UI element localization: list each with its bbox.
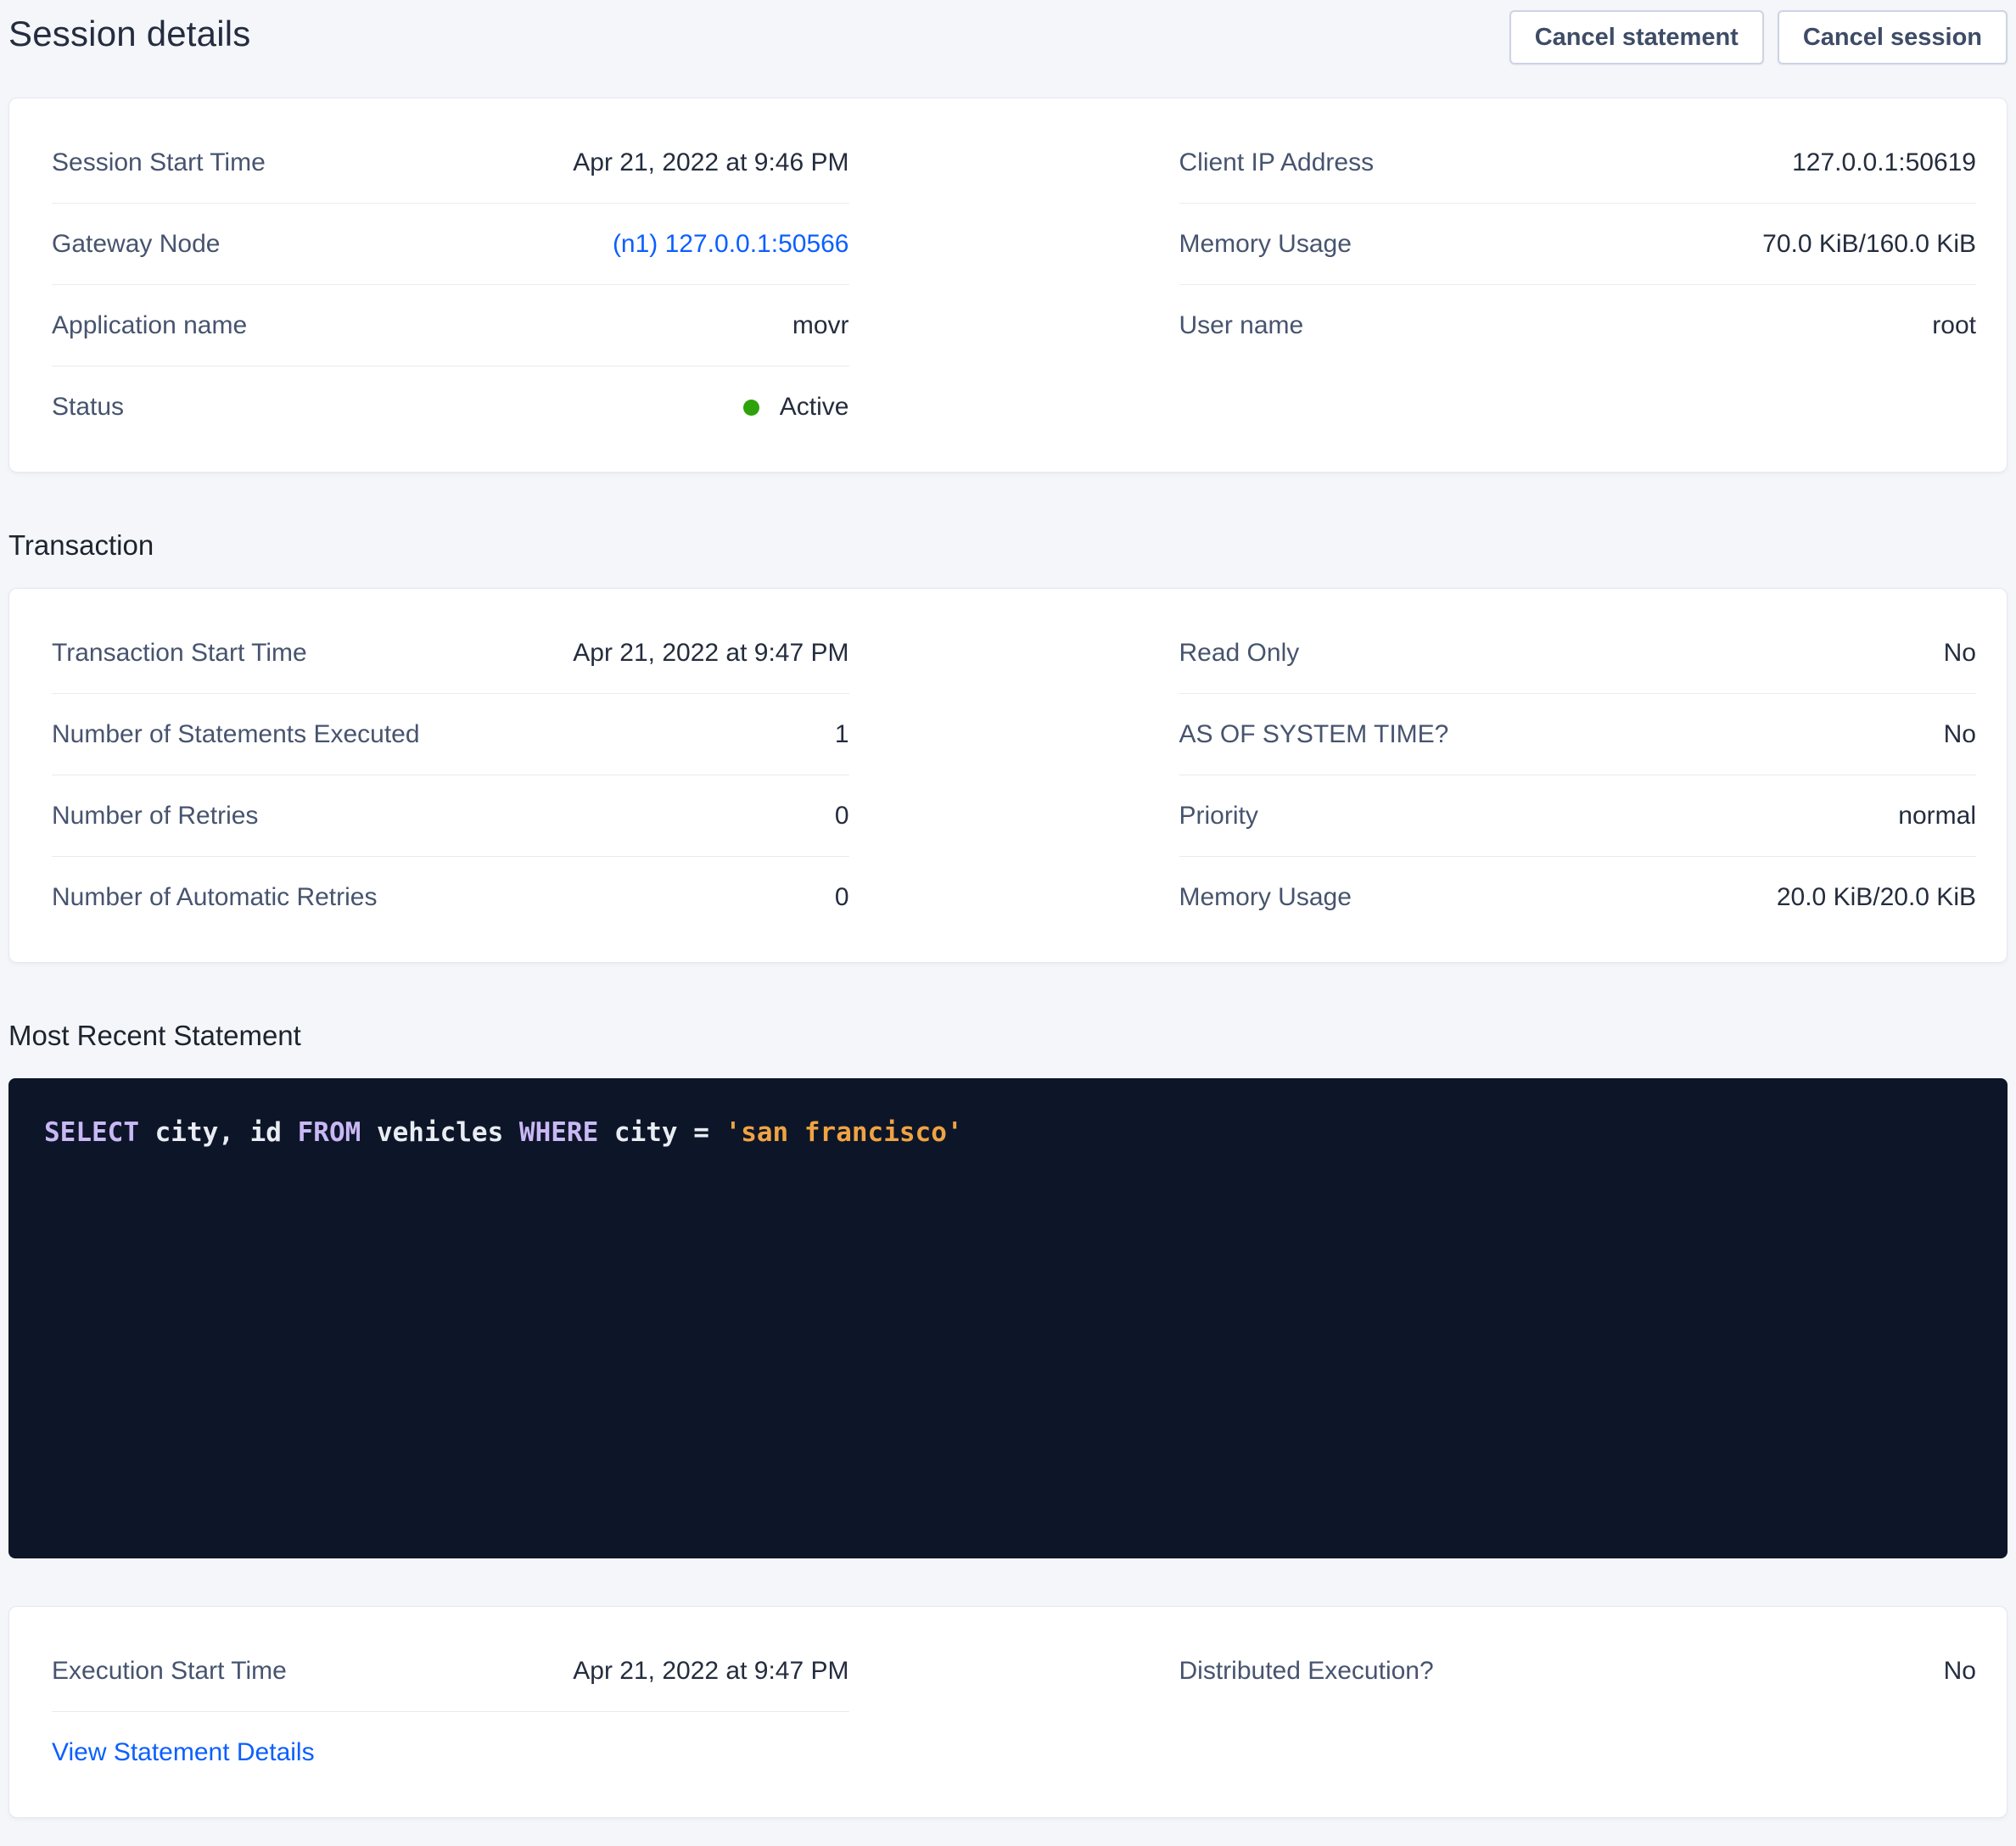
row-label: Number of Retries bbox=[52, 802, 258, 831]
sql-token-plain: city, id bbox=[139, 1117, 298, 1148]
automatic-retries-row: Number of Automatic Retries 0 bbox=[52, 857, 849, 938]
sql-token-string: 'san francisco' bbox=[725, 1117, 963, 1148]
row-value: movr bbox=[792, 311, 849, 340]
row-value: 1 bbox=[835, 720, 849, 749]
gateway-node-link[interactable]: (n1) 127.0.0.1:50566 bbox=[613, 230, 849, 259]
transaction-memory-usage-row: Memory Usage 20.0 KiB/20.0 KiB bbox=[1179, 857, 1977, 938]
session-details-card: Session Start Time Apr 21, 2022 at 9:46 … bbox=[8, 98, 2008, 473]
row-label: Execution Start Time bbox=[52, 1657, 287, 1686]
transaction-section-title: Transaction bbox=[8, 529, 2008, 562]
row-value: 0 bbox=[835, 883, 849, 912]
row-label: Distributed Execution? bbox=[1179, 1657, 1434, 1686]
status-value: Active bbox=[780, 393, 849, 422]
cancel-session-button[interactable]: Cancel session bbox=[1778, 10, 2008, 64]
row-value: No bbox=[1944, 639, 1976, 668]
row-label: Application name bbox=[52, 311, 247, 340]
memory-usage-row: Memory Usage 70.0 KiB/160.0 KiB bbox=[1179, 204, 1977, 285]
transaction-card-left-column: Transaction Start Time Apr 21, 2022 at 9… bbox=[52, 613, 849, 938]
status-badge: Active bbox=[743, 393, 849, 422]
row-value: Apr 21, 2022 at 9:46 PM bbox=[573, 148, 848, 177]
row-label: Transaction Start Time bbox=[52, 639, 307, 668]
row-value: Apr 21, 2022 at 9:47 PM bbox=[573, 1657, 848, 1686]
row-label: Client IP Address bbox=[1179, 148, 1375, 177]
sql-statement-text: SELECT city, id FROM vehicles WHERE city… bbox=[44, 1114, 1972, 1151]
row-value: 70.0 KiB/160.0 KiB bbox=[1762, 230, 1976, 259]
sql-token-keyword: WHERE bbox=[519, 1117, 598, 1148]
execution-card-right-column: Distributed Execution? No bbox=[1179, 1631, 1977, 1793]
row-value: root bbox=[1932, 311, 1976, 340]
row-label: Memory Usage bbox=[1179, 230, 1352, 259]
statement-section-title: Most Recent Statement bbox=[8, 1019, 2008, 1053]
sql-statement-box: SELECT city, id FROM vehicles WHERE city… bbox=[8, 1078, 2008, 1558]
header-buttons: Cancel statement Cancel session bbox=[1509, 10, 2008, 64]
gateway-node-row: Gateway Node (n1) 127.0.0.1:50566 bbox=[52, 204, 849, 285]
transaction-start-time-row: Transaction Start Time Apr 21, 2022 at 9… bbox=[52, 613, 849, 694]
row-label: Status bbox=[52, 393, 124, 422]
execution-card-left-column: Execution Start Time Apr 21, 2022 at 9:4… bbox=[52, 1631, 849, 1793]
sql-token-plain: city = bbox=[598, 1117, 725, 1148]
execution-details-card: Execution Start Time Apr 21, 2022 at 9:4… bbox=[8, 1606, 2008, 1818]
sql-token-keyword: FROM bbox=[298, 1117, 361, 1148]
row-label: Priority bbox=[1179, 802, 1258, 831]
read-only-row: Read Only No bbox=[1179, 613, 1977, 694]
application-name-row: Application name movr bbox=[52, 285, 849, 366]
transaction-card-right-column: Read Only No AS OF SYSTEM TIME? No Prior… bbox=[1179, 613, 1977, 938]
row-label: Number of Statements Executed bbox=[52, 720, 420, 749]
transaction-card: Transaction Start Time Apr 21, 2022 at 9… bbox=[8, 588, 2008, 963]
status-row: Status Active bbox=[52, 366, 849, 448]
row-label: Session Start Time bbox=[52, 148, 266, 177]
row-label: Gateway Node bbox=[52, 230, 220, 259]
row-label: AS OF SYSTEM TIME? bbox=[1179, 720, 1449, 749]
row-value: normal bbox=[1898, 802, 1976, 831]
page-header: Session details Cancel statement Cancel … bbox=[0, 0, 2016, 64]
session-start-time-row: Session Start Time Apr 21, 2022 at 9:46 … bbox=[52, 122, 849, 204]
view-statement-details-link[interactable]: View Statement Details bbox=[52, 1738, 315, 1767]
as-of-system-time-row: AS OF SYSTEM TIME? No bbox=[1179, 694, 1977, 775]
cancel-statement-button[interactable]: Cancel statement bbox=[1509, 10, 1764, 64]
retries-row: Number of Retries 0 bbox=[52, 775, 849, 857]
row-label: User name bbox=[1179, 311, 1304, 340]
page-title: Session details bbox=[8, 10, 251, 58]
row-value: 127.0.0.1:50619 bbox=[1792, 148, 1976, 177]
row-value: No bbox=[1944, 720, 1976, 749]
row-label: Memory Usage bbox=[1179, 883, 1352, 912]
row-value: No bbox=[1944, 1657, 1976, 1686]
row-value: 20.0 KiB/20.0 KiB bbox=[1777, 883, 1976, 912]
distributed-execution-row: Distributed Execution? No bbox=[1179, 1631, 1977, 1712]
session-card-right-column: Client IP Address 127.0.0.1:50619 Memory… bbox=[1179, 122, 1977, 448]
session-card-left-column: Session Start Time Apr 21, 2022 at 9:46 … bbox=[52, 122, 849, 448]
row-value: Apr 21, 2022 at 9:47 PM bbox=[573, 639, 848, 668]
user-name-row: User name root bbox=[1179, 285, 1977, 366]
client-ip-row: Client IP Address 127.0.0.1:50619 bbox=[1179, 122, 1977, 204]
execution-start-time-row: Execution Start Time Apr 21, 2022 at 9:4… bbox=[52, 1631, 849, 1712]
sql-token-plain: vehicles bbox=[361, 1117, 519, 1148]
sql-token-keyword: SELECT bbox=[44, 1117, 139, 1148]
row-label: Read Only bbox=[1179, 639, 1300, 668]
row-label: Number of Automatic Retries bbox=[52, 883, 377, 912]
priority-row: Priority normal bbox=[1179, 775, 1977, 857]
view-statement-details-row: View Statement Details bbox=[52, 1712, 849, 1793]
status-active-dot-icon bbox=[743, 400, 759, 416]
statements-executed-row: Number of Statements Executed 1 bbox=[52, 694, 849, 775]
row-value: 0 bbox=[835, 802, 849, 831]
